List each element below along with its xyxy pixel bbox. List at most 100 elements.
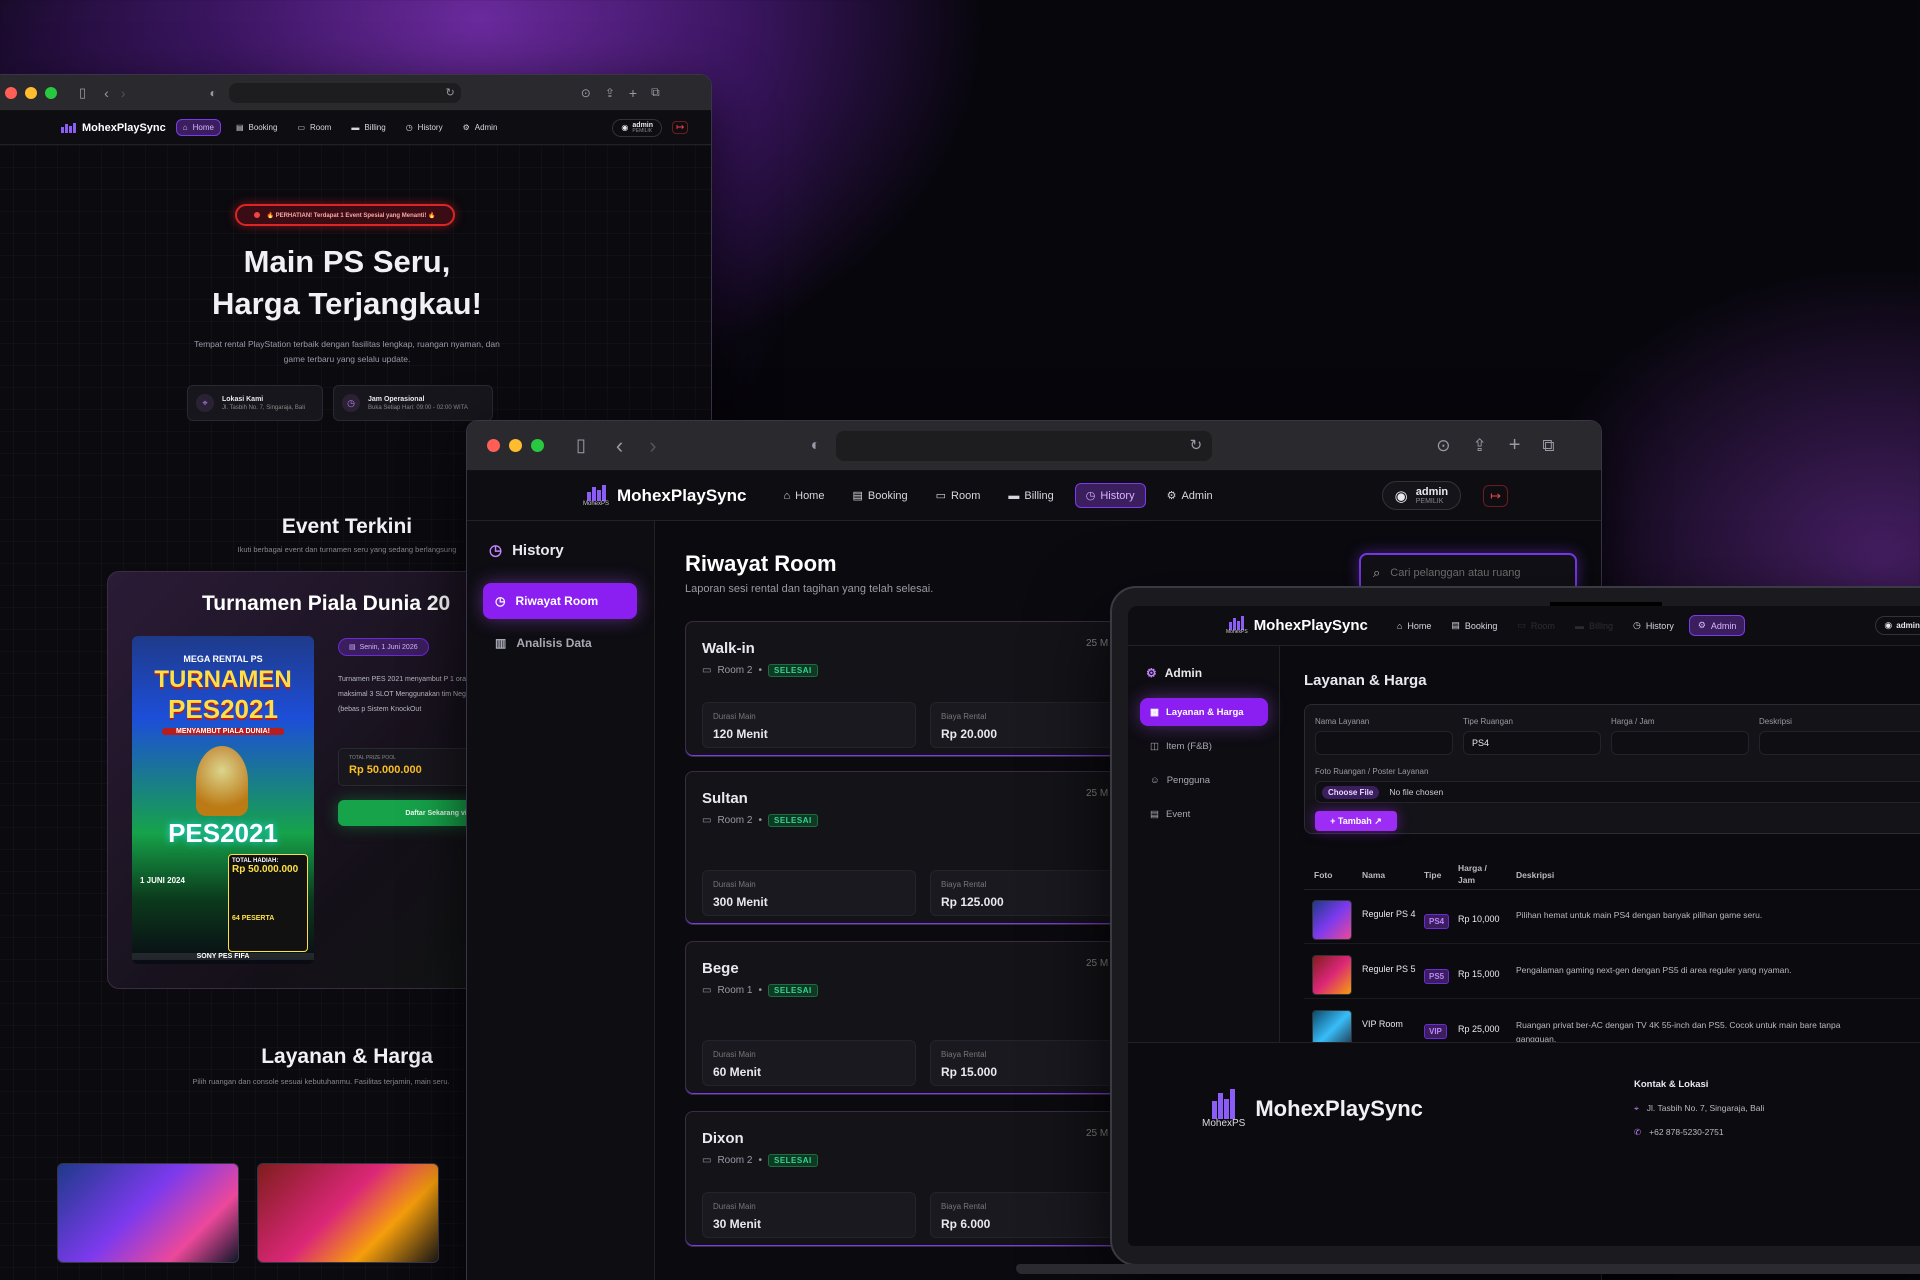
nav-room[interactable]: ▭ Room: [292, 119, 336, 136]
service-thumb-2[interactable]: [257, 1163, 439, 1263]
nav-history[interactable]: ◷ History: [401, 119, 448, 136]
user-chip[interactable]: ◉ admin: [1875, 616, 1920, 635]
nav-history[interactable]: ◷ History: [1074, 483, 1146, 508]
nav-billing[interactable]: ▬ Billing: [1570, 616, 1618, 636]
calendar-icon: ▤: [349, 644, 356, 651]
col-header-tipe: Tipe: [1424, 870, 1442, 880]
separator-dot: •: [758, 815, 762, 826]
close-dot[interactable]: [487, 439, 500, 452]
session-card[interactable]: Dixon 25 M ▭ Room 2 • SELESAI Durasi Main 30 Me…: [685, 1111, 1130, 1247]
chart-icon: ▥: [495, 636, 507, 650]
sidebar-item-layanan[interactable]: ▦ Layanan & Harga: [1140, 698, 1268, 726]
sidebar-icon[interactable]: ▯: [576, 435, 586, 456]
sidebar-item-analisis-data[interactable]: ▥ Analisis Data: [483, 625, 637, 661]
minimize-dot[interactable]: [25, 86, 37, 99]
session-room: Room 1: [717, 985, 753, 996]
nav-home[interactable]: ⌂ Home: [175, 119, 221, 136]
table-row[interactable]: Reguler PS 5 PS5 Rp 15,000 Pengalaman gamin…: [1304, 949, 1920, 999]
duration-box: Durasi Main 120 Menit: [702, 702, 916, 748]
reload-icon[interactable]: ↻: [1190, 436, 1203, 454]
brand-logo[interactable]: MohexPS MohexPlaySync: [583, 484, 746, 507]
brand-logo[interactable]: MohexPlaySync: [61, 122, 166, 134]
phone-icon: ✆: [1634, 1127, 1642, 1137]
nav-home-label: Home: [1407, 620, 1432, 631]
nav-home[interactable]: ⌂ Home: [776, 484, 831, 508]
share-icon[interactable]: ⇪: [1472, 436, 1486, 456]
share-icon[interactable]: ⇪: [605, 86, 615, 100]
address-bar[interactable]: ↻: [836, 430, 1213, 461]
new-tab-icon[interactable]: +: [1509, 434, 1521, 457]
sidebar-item-pengguna[interactable]: ☺ Pengguna: [1140, 766, 1268, 794]
history-icon: ◷: [405, 123, 413, 132]
col-header-nama: Nama: [1362, 870, 1386, 880]
forward-icon[interactable]: ›: [121, 85, 126, 101]
download-icon[interactable]: ⊙: [1436, 436, 1450, 456]
separator-dot: •: [758, 985, 762, 996]
reload-icon[interactable]: ↻: [446, 86, 455, 99]
sidebar-item-event[interactable]: ▤ Event: [1140, 800, 1268, 828]
nav-billing[interactable]: ▬ Billing: [346, 119, 390, 136]
room-type-select[interactable]: PS4: [1463, 731, 1601, 755]
nav-history-label: History: [1645, 620, 1674, 631]
zoom-dot[interactable]: [531, 439, 544, 452]
nav-admin[interactable]: ⚙ Admin: [458, 119, 503, 136]
sidebar-icon[interactable]: ▯: [79, 85, 86, 101]
user-chip[interactable]: ◉ admin PEMILIK: [1381, 480, 1462, 511]
monitor-icon: ▭: [1517, 620, 1526, 630]
add-service-button[interactable]: + Tambah ↗: [1315, 811, 1397, 831]
nav-home-label: Home: [795, 489, 825, 502]
nav-admin-label: Admin: [1710, 620, 1737, 631]
back-icon[interactable]: ‹: [104, 85, 109, 101]
home-icon: ⌂: [182, 123, 188, 132]
close-dot[interactable]: [5, 86, 17, 99]
sidebar-title: ⚙ Admin: [1146, 666, 1202, 680]
sidebar-item-fnb[interactable]: ◫ Item (F&B): [1140, 732, 1268, 760]
description-input[interactable]: [1759, 731, 1920, 755]
separator-dot: •: [758, 665, 762, 676]
session-card[interactable]: Bege 25 M ▭ Room 1 • SELESAI Durasi Main 60 Men…: [685, 941, 1130, 1095]
monitor-icon: ▭: [702, 665, 712, 676]
nav-booking[interactable]: ▤ Booking: [231, 119, 282, 136]
tabs-icon[interactable]: ⧉: [1542, 436, 1554, 456]
new-tab-icon[interactable]: +: [629, 85, 637, 101]
monitor-icon: ▭: [935, 490, 947, 502]
photo-label: Foto Ruangan / Poster Layanan: [1315, 767, 1429, 776]
service-thumb-1[interactable]: [57, 1163, 239, 1263]
back-icon[interactable]: ‹: [616, 433, 623, 459]
nav-home[interactable]: ⌂ Home: [1392, 616, 1436, 636]
table-row[interactable]: Reguler PS 4 PS4 Rp 10,000 Pilihan hemat un…: [1304, 894, 1920, 944]
nav-admin[interactable]: ⚙ Admin: [1688, 615, 1746, 636]
nav-booking-label: Booking: [1464, 620, 1498, 631]
price-input[interactable]: [1611, 731, 1749, 755]
sidebar-item-riwayat-room[interactable]: ◷ Riwayat Room: [483, 583, 637, 619]
brand-logo[interactable]: MohexPS MohexPlaySync: [1226, 616, 1368, 635]
minimize-dot[interactable]: [509, 439, 522, 452]
nav-admin[interactable]: ⚙ Admin: [1160, 483, 1220, 508]
nav-room[interactable]: ▭ Room: [929, 483, 988, 508]
address-bar[interactable]: ↻: [228, 82, 461, 103]
card-icon: ▬: [1008, 489, 1020, 502]
session-card[interactable]: Walk-in 25 M ▭ Room 2 • SELESAI Durasi Main 120…: [685, 621, 1130, 757]
choose-file-button[interactable]: Choose File: [1322, 785, 1380, 799]
event-alert-pill[interactable]: 🔥 PERHATIAN! Terdapat 1 Event Spesial ya…: [235, 204, 455, 226]
logout-icon[interactable]: ↦: [672, 121, 689, 134]
nav-billing-label: Billing: [364, 123, 386, 132]
event-poster[interactable]: MEGA RENTAL PS TURNAMEN PES2021 MENYAMBU…: [132, 636, 314, 964]
nav-booking[interactable]: ▤ Booking: [845, 483, 914, 508]
row-type-badge: VIP: [1424, 1024, 1447, 1039]
forward-icon[interactable]: ›: [649, 433, 656, 459]
zoom-dot[interactable]: [45, 86, 57, 99]
row-price: Rp 25,000: [1458, 1024, 1500, 1034]
cost-label: Biaya Rental: [941, 712, 987, 721]
photo-file-input[interactable]: Choose File No file chosen: [1315, 781, 1920, 803]
service-name-input[interactable]: [1315, 731, 1453, 755]
download-icon[interactable]: ⊙: [581, 86, 591, 100]
nav-room[interactable]: ▭ Room: [1512, 615, 1560, 636]
nav-billing[interactable]: ▬ Billing: [1001, 484, 1060, 508]
logout-icon[interactable]: ↦: [1483, 484, 1509, 507]
session-card[interactable]: Sultan 25 M ▭ Room 2 • SELESAI Durasi Main 300 …: [685, 771, 1130, 925]
nav-history[interactable]: ◷ History: [1628, 615, 1679, 636]
tabs-icon[interactable]: ⧉: [651, 85, 660, 100]
nav-booking[interactable]: ▤ Booking: [1446, 615, 1502, 636]
user-chip[interactable]: ◉ admin PEMILIK: [612, 118, 663, 137]
